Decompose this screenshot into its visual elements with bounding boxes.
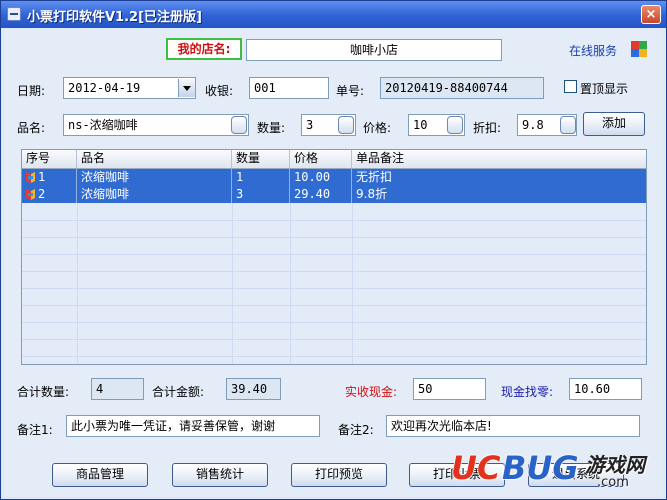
- grid-line: [22, 237, 646, 238]
- row-price: 10.00: [290, 169, 352, 186]
- cash-received-field[interactable]: 50: [413, 378, 486, 400]
- app-window: 小票打印软件V1.2[已注册版] × 我的店名: 咖啡小店 在线服务 日期: 2…: [0, 0, 667, 500]
- table-row[interactable]: 2 浓缩咖啡 3 29.40 9.8折: [22, 186, 646, 203]
- grid-line: [22, 322, 646, 323]
- column-header-index[interactable]: 序号: [22, 150, 77, 168]
- chevron-down-icon: [183, 86, 191, 91]
- watermark: UC BUG 游戏网 .com: [449, 443, 664, 495]
- change-label: 现金找零:: [501, 385, 554, 399]
- grid-line: [22, 254, 646, 255]
- quantity-spin-button[interactable]: [338, 116, 354, 134]
- close-button[interactable]: ×: [641, 5, 661, 24]
- discount-spin-button[interactable]: [560, 116, 576, 134]
- grid-column-line: [290, 203, 291, 364]
- price-spin-button[interactable]: [447, 116, 463, 134]
- print-preview-button[interactable]: 打印预览: [291, 463, 387, 487]
- window-title: 小票打印软件V1.2[已注册版]: [27, 10, 202, 25]
- row-note: 9.8折: [356, 187, 388, 201]
- row-name: 浓缩咖啡: [77, 169, 232, 186]
- grid-column-line: [232, 203, 233, 364]
- online-service-link[interactable]: 在线服务: [569, 42, 617, 59]
- quantity-label: 数量:: [257, 121, 286, 135]
- grid-line: [22, 271, 646, 272]
- watermark-suffix: 游戏网: [585, 453, 645, 477]
- row-qty: 1: [232, 169, 290, 186]
- ontop-label[interactable]: 置顶显示: [580, 80, 628, 97]
- online-service-icon[interactable]: [631, 41, 647, 57]
- price-label: 价格:: [363, 121, 392, 135]
- column-header-price[interactable]: 价格: [290, 150, 352, 168]
- row-item-icon: [26, 172, 35, 183]
- total-amount-label: 合计金额:: [152, 385, 205, 399]
- row-qty: 3: [232, 186, 290, 203]
- products-button[interactable]: 商品管理: [52, 463, 148, 487]
- row-index: 2: [36, 186, 77, 203]
- note2-field[interactable]: 欢迎再次光临本店!: [386, 415, 640, 437]
- note1-field[interactable]: 此小票为唯一凭证，请妥善保管，谢谢: [66, 415, 320, 437]
- grid-line: [22, 305, 646, 306]
- cash-received-label: 实收现金:: [345, 385, 398, 399]
- discount-label: 折扣:: [473, 121, 502, 135]
- row-note: 无折扣: [356, 170, 393, 184]
- shop-name-field[interactable]: 咖啡小店: [246, 39, 502, 61]
- svg-text:UC: UC: [451, 449, 501, 487]
- date-dropdown-button[interactable]: [178, 79, 195, 97]
- total-amount-field: 39.40: [226, 378, 281, 400]
- row-index: 1: [36, 169, 77, 186]
- grid-column-line: [352, 203, 353, 364]
- grid-line: [22, 288, 646, 289]
- sales-stats-button[interactable]: 销售统计: [172, 463, 268, 487]
- cashier-field[interactable]: 001: [249, 77, 329, 99]
- add-item-button[interactable]: 添加: [583, 112, 645, 136]
- order-number-label: 单号:: [336, 84, 365, 98]
- svg-text:BUG: BUG: [502, 449, 579, 487]
- row-item-icon: [26, 189, 35, 200]
- window-menu-icon[interactable]: [7, 7, 21, 21]
- ontop-checkbox[interactable]: [564, 80, 577, 93]
- total-count-field: 4: [91, 378, 144, 400]
- total-count-label: 合计数量:: [17, 385, 70, 399]
- shop-name-label: 我的店名:: [166, 38, 242, 60]
- title-bar[interactable]: 小票打印软件V1.2[已注册版] ×: [1, 1, 666, 28]
- grid-line: [22, 339, 646, 340]
- watermark-domain: .com: [597, 475, 629, 490]
- order-number-field: 20120419-88400744: [380, 77, 544, 99]
- cashier-label: 收银:: [205, 84, 234, 98]
- date-picker[interactable]: 2012-04-19: [63, 77, 196, 99]
- grid-line: [22, 220, 646, 221]
- items-table[interactable]: 序号 品名 数量 价格 单品备注 1 浓缩咖啡 1 10.00 无折扣 2 浓缩…: [21, 149, 647, 365]
- change-field: 10.60: [569, 378, 642, 400]
- table-row[interactable]: 1 浓缩咖啡 1 10.00 无折扣: [22, 169, 646, 186]
- note2-label: 备注2:: [338, 423, 374, 437]
- grid-line: [22, 356, 646, 357]
- grid-column-line: [77, 203, 78, 364]
- date-label: 日期:: [17, 84, 46, 98]
- note1-label: 备注1:: [17, 423, 53, 437]
- row-name: 浓缩咖啡: [77, 186, 232, 203]
- column-header-qty[interactable]: 数量: [232, 150, 290, 168]
- item-name-label: 品名:: [17, 121, 46, 135]
- item-name-field[interactable]: ns-浓缩咖啡: [63, 114, 249, 136]
- column-header-note[interactable]: 单品备注: [352, 150, 646, 168]
- main-panel: 我的店名: 咖啡小店 在线服务 日期: 2012-04-19 收银: 001 单…: [5, 29, 662, 496]
- table-header: 序号 品名 数量 价格 单品备注: [22, 150, 646, 169]
- item-name-picker-button[interactable]: [231, 116, 247, 134]
- column-header-name[interactable]: 品名: [77, 150, 232, 168]
- row-price: 29.40: [290, 186, 352, 203]
